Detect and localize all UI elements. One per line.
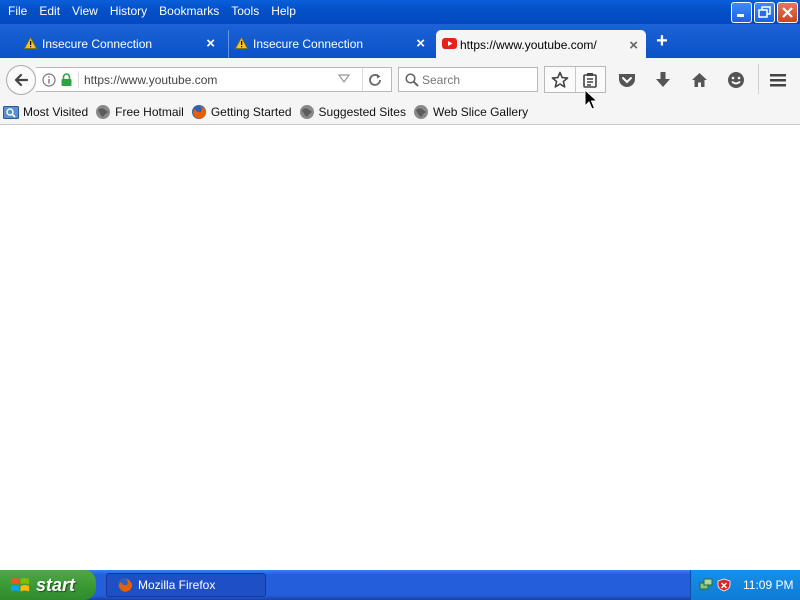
menu-view[interactable]: View <box>66 1 104 21</box>
window-controls <box>731 2 798 23</box>
nav-toolbar <box>0 58 800 100</box>
menu-bookmarks[interactable]: Bookmarks <box>153 1 225 21</box>
pocket-button[interactable] <box>616 69 638 91</box>
clipboard-icon <box>583 72 598 88</box>
menu-tools[interactable]: Tools <box>225 1 265 21</box>
menu-view-label: View <box>72 4 98 18</box>
tab-insecure-1[interactable]: Insecure Connection × <box>18 30 223 58</box>
menu-button[interactable] <box>767 69 789 91</box>
youtube-icon <box>442 38 457 49</box>
firefox-icon <box>191 105 206 119</box>
search-input[interactable] <box>422 71 532 89</box>
warning-icon <box>235 37 248 49</box>
bookmark-label: Getting Started <box>210 105 292 119</box>
smiley-icon <box>728 72 744 88</box>
menu-help[interactable]: Help <box>265 1 302 21</box>
hamburger-menu-icon <box>770 74 786 87</box>
network-icon[interactable] <box>699 578 713 592</box>
close-button[interactable] <box>777 2 798 23</box>
reload-icon[interactable] <box>367 72 383 88</box>
taskbar: start Mozilla Firefox 11:09 PM <box>0 570 800 600</box>
tab-label: Insecure Connection <box>253 37 364 51</box>
feedback-button[interactable] <box>725 69 747 91</box>
minimize-icon <box>737 14 744 17</box>
title-bar: File Edit View History Bookmarks Tools H… <box>0 0 800 24</box>
downloads-button[interactable] <box>652 69 674 91</box>
bookmark-web-slice-gallery[interactable]: Web Slice Gallery <box>413 104 528 120</box>
mouse-cursor-icon <box>584 89 598 110</box>
taskbar-firefox[interactable]: Mozilla Firefox <box>106 573 266 597</box>
globe-icon <box>96 105 111 119</box>
menu-history-label: History <box>109 4 148 18</box>
tab-youtube[interactable]: https://www.youtube.com/ × <box>436 30 646 60</box>
bookmark-label: Most Visited <box>23 105 89 119</box>
pocket-icon <box>619 74 635 87</box>
globe-icon <box>299 105 314 119</box>
new-tab-button[interactable]: + <box>652 31 672 51</box>
tab-close-icon[interactable]: × <box>416 36 425 52</box>
download-arrow-icon <box>656 72 670 87</box>
menu-file[interactable]: File <box>2 1 33 21</box>
url-separator <box>362 68 363 91</box>
bookmark-star-button[interactable] <box>545 67 575 92</box>
info-icon[interactable] <box>42 73 56 87</box>
windows-logo-icon <box>11 578 29 592</box>
back-button[interactable] <box>6 65 36 95</box>
tab-label: https://www.youtube.com/ <box>460 38 597 52</box>
bookmark-free-hotmail[interactable]: Free Hotmail <box>95 104 184 120</box>
bookmarks-toolbar: Most Visited Free Hotmail Getting Starte… <box>0 100 800 125</box>
start-label: start <box>36 574 76 595</box>
home-button[interactable] <box>688 69 710 91</box>
bookmark-label: Free Hotmail <box>115 105 184 119</box>
home-icon <box>691 73 707 87</box>
url-input[interactable] <box>84 71 324 89</box>
lock-icon[interactable] <box>61 73 72 86</box>
clock: 11:09 PM <box>743 578 794 592</box>
menu-edit-label: Edit <box>39 4 61 18</box>
tab-label: Insecure Connection <box>42 37 153 51</box>
tab-close-icon[interactable]: × <box>206 36 215 52</box>
bookmark-label: Suggested Sites <box>318 105 406 119</box>
search-bar[interactable] <box>398 67 538 92</box>
menu-bar: File Edit View History Bookmarks Tools H… <box>0 0 302 22</box>
restore-icon <box>758 6 771 18</box>
tab-close-icon[interactable]: × <box>629 38 638 54</box>
page-content[interactable] <box>0 125 800 570</box>
security-shield-icon[interactable] <box>717 578 731 592</box>
bookmark-label: Web Slice Gallery <box>432 105 529 119</box>
search-icon <box>405 73 419 87</box>
globe-icon <box>413 105 428 119</box>
dropdown-arrow-icon[interactable] <box>338 74 350 84</box>
close-icon <box>782 7 793 18</box>
restore-button[interactable] <box>754 2 775 23</box>
menu-bookmarks-label: Bookmarks <box>159 4 220 18</box>
back-arrow-icon <box>14 73 29 87</box>
menu-tools-label: Tools <box>231 4 260 18</box>
bookmark-getting-started[interactable]: Getting Started <box>191 104 292 120</box>
menu-edit[interactable]: Edit <box>33 1 66 21</box>
warning-icon <box>24 37 37 49</box>
firefox-icon <box>118 578 133 592</box>
bookmark-suggested-sites[interactable]: Suggested Sites <box>299 104 406 120</box>
url-bar[interactable] <box>36 67 392 92</box>
bookmark-most-visited[interactable]: Most Visited <box>3 104 88 120</box>
most-visited-icon <box>3 106 19 119</box>
menu-history[interactable]: History <box>104 1 153 21</box>
toolbar-separator <box>758 64 759 94</box>
task-label: Mozilla Firefox <box>138 578 216 592</box>
start-button[interactable]: start <box>0 570 96 600</box>
tab-insecure-2[interactable]: Insecure Connection × <box>228 30 433 58</box>
menu-help-label: Help <box>271 4 296 18</box>
system-tray: 11:09 PM <box>690 570 800 600</box>
menu-file-label: File <box>8 4 28 18</box>
minimize-button[interactable] <box>731 2 752 23</box>
star-icon <box>551 71 569 88</box>
url-separator <box>78 71 79 88</box>
